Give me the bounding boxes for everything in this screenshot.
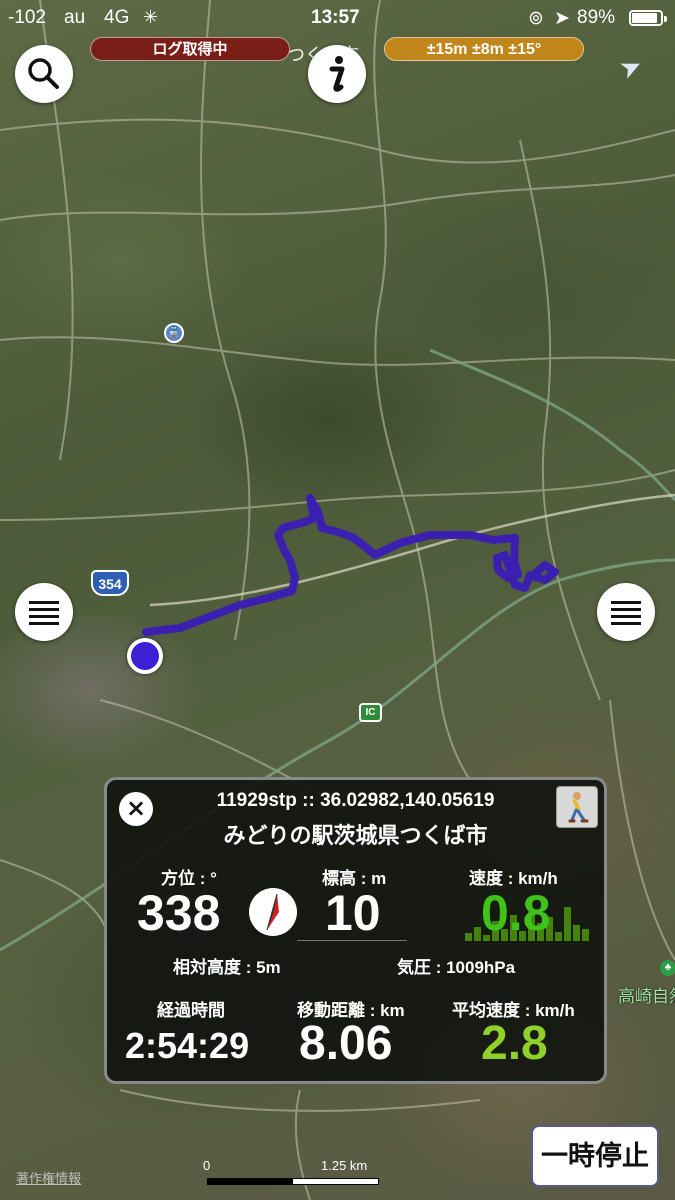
- hamburger-menu-icon: [29, 601, 59, 625]
- signal-strength: -102: [8, 7, 47, 28]
- park-icon[interactable]: ♣: [660, 960, 675, 976]
- avg-speed-value: 2.8: [481, 1017, 548, 1070]
- orientation-lock-icon: ⊚: [528, 8, 544, 29]
- scale-end: 1.25 km: [321, 1158, 368, 1173]
- hamburger-menu-icon: [611, 601, 641, 625]
- info-button[interactable]: [308, 45, 366, 103]
- elapsed-time-label: 経過時間: [157, 1001, 225, 1020]
- accuracy-badge: ±15m ±8m ±15°: [384, 37, 584, 61]
- battery-icon: [629, 10, 667, 26]
- pressure: 気圧 : 1009hPa: [397, 958, 516, 977]
- stats-panel: ⨯ 11929stp :: 36.02982,140.05619 みどりの駅茨城…: [104, 777, 607, 1084]
- activity-spinner-icon: ✳: [143, 7, 159, 27]
- scale-start: 0: [203, 1158, 211, 1173]
- altitude-value: 10: [325, 885, 381, 941]
- logging-status-badge: ログ取得中: [90, 37, 290, 61]
- place-name: みどりの駅茨城県つくば市: [223, 823, 488, 848]
- route-track: [142, 494, 559, 636]
- location-arrow-icon: ➤: [554, 8, 570, 29]
- copyright-link[interactable]: 著作権情報: [16, 1168, 81, 1187]
- elapsed-time-value: 2:54:29: [125, 1025, 250, 1066]
- search-button[interactable]: [15, 45, 73, 103]
- map-scale: 0 1.25 km: [203, 1156, 383, 1186]
- park-label[interactable]: 高崎自然: [618, 982, 675, 1007]
- heading-value: 338: [137, 885, 221, 941]
- scale-bar: [207, 1178, 379, 1185]
- search-icon: [28, 58, 59, 89]
- step-and-coordinates: 11929stp :: 36.02982,140.05619: [216, 790, 495, 811]
- carrier: au: [64, 7, 86, 28]
- distance-value: 8.06: [299, 1017, 393, 1070]
- status-bar: -102 au 4G ✳ 13:57 ⊚ ➤ 89%: [0, 0, 675, 36]
- compass-icon: [249, 888, 297, 936]
- interchange-badge: IC: [359, 703, 382, 722]
- info-icon: [329, 56, 345, 92]
- train-station-icon[interactable]: 🚆: [164, 323, 184, 343]
- speed-value: 0.8: [481, 885, 551, 941]
- route-354-badge: 354: [91, 570, 129, 596]
- right-menu-button[interactable]: [597, 583, 655, 641]
- current-location-marker: [127, 638, 163, 674]
- battery-percent: 89%: [577, 7, 616, 28]
- divider: [297, 940, 407, 941]
- pause-button[interactable]: 一時停止: [531, 1125, 659, 1187]
- left-menu-button[interactable]: [15, 583, 73, 641]
- relative-altitude: 相対高度 : 5m: [173, 958, 281, 977]
- network-type: 4G: [104, 7, 130, 28]
- clock: 13:57: [311, 7, 360, 28]
